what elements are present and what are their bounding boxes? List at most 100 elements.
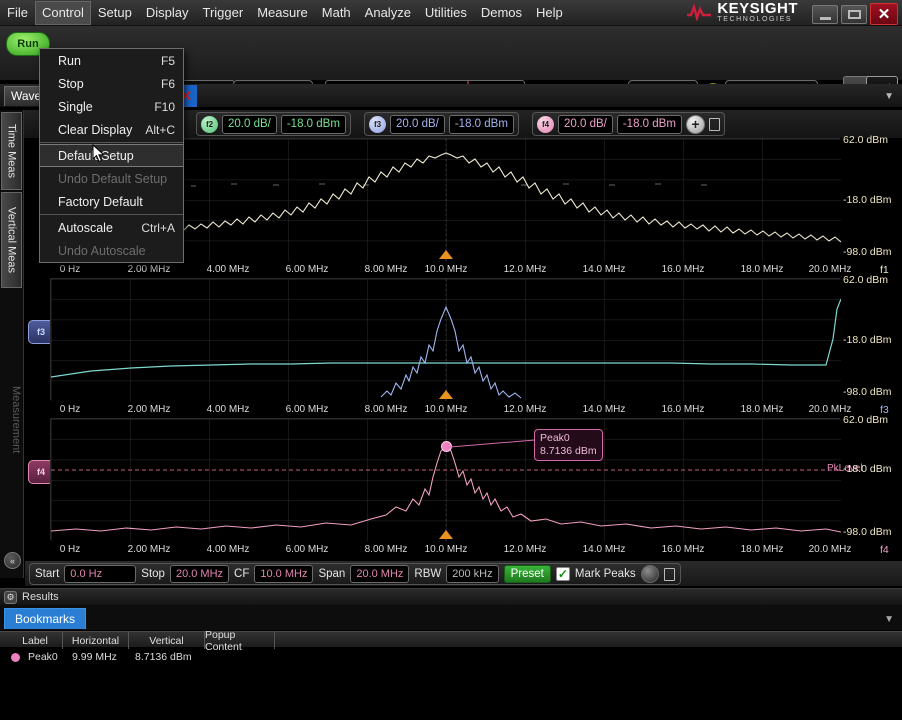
menu-option-clear-display[interactable]: Clear Display Alt+C [40, 118, 183, 141]
menu-option-single[interactable]: Single F10 [40, 95, 183, 118]
menu-item-help[interactable]: Help [529, 1, 570, 25]
channel-f2-scale[interactable]: 20.0 dB/ [222, 114, 277, 134]
menu-item-analyze[interactable]: Analyze [358, 1, 418, 25]
channel-f4-badge[interactable]: f4 [537, 115, 554, 133]
menu-item-trigger[interactable]: Trigger [195, 1, 250, 25]
add-channel-button[interactable]: + [685, 114, 705, 134]
menu-option-stop-accel: F6 [160, 76, 175, 91]
menu-item-utilities[interactable]: Utilities [418, 1, 474, 25]
menu-item-control[interactable]: Control [34, 0, 91, 25]
close-icon[interactable]: ✕ [870, 3, 898, 25]
chart-f1-ylabel-top: 62.0 dBm [843, 134, 888, 146]
oscilloscope-app: File Control Setup Display Trigger Measu… [0, 0, 902, 720]
channel-f2-badge[interactable]: f2 [201, 115, 218, 133]
menu-item-display[interactable]: Display [139, 1, 196, 25]
menu-option-undo-default-setup-label: Undo Default Setup [58, 171, 168, 186]
cf-label: CF [234, 568, 250, 580]
menu-option-stop-label: Stop [58, 76, 84, 91]
gear-icon[interactable]: ⚙ [4, 590, 17, 604]
chart-f3[interactable]: f3 62.0 dBm -18.0 dBm -98.0 dBm 0 Hz 2.0… [25, 274, 902, 418]
table-row[interactable]: Peak0 9.99 MHz 8.7136 dBm [0, 649, 902, 665]
sidebar-collapse-button[interactable]: « [4, 552, 21, 569]
chart-f4-peak-value: 8.7136 dBm [540, 445, 597, 457]
menu-separator-2 [40, 214, 183, 215]
menu-item-demos[interactable]: Demos [474, 1, 529, 25]
stop-label: Stop [141, 568, 165, 580]
channel-f3-badge[interactable]: f3 [369, 115, 386, 133]
menu-option-stop[interactable]: Stop F6 [40, 72, 183, 95]
menu-option-single-label: Single [58, 99, 93, 114]
menu-option-autoscale[interactable]: Autoscale Ctrl+A [40, 216, 183, 239]
sidebar-item-time-meas[interactable]: Time Meas [1, 112, 22, 190]
column-header-vertical[interactable]: Vertical [129, 632, 205, 649]
chart-f4-xtick-1: 2.00 MHz [127, 544, 171, 555]
chart-f4-ylabel-top: 62.0 dBm [843, 414, 888, 426]
menu-separator-1 [40, 142, 183, 143]
knob-icon[interactable] [640, 565, 659, 583]
chart-f3-xtick-5: 10.0 MHz [424, 404, 468, 415]
left-sidebar: Time Meas Vertical Meas Measurement « [0, 110, 24, 578]
chart-f4-xtick-10: 20.0 MHz [808, 544, 852, 555]
menu-item-math[interactable]: Math [315, 1, 358, 25]
tab-overflow-icon[interactable]: ▼ [884, 91, 894, 102]
column-header-horizontal[interactable]: Horizontal [63, 632, 129, 649]
chart-f3-xtick-2: 4.00 MHz [206, 404, 250, 415]
results-label: Results [22, 591, 59, 603]
chart-f1-ylabel-mid: -18.0 dBm [843, 194, 892, 206]
spectrum-settings-bar: Start 0.0 Hz Stop 20.0 MHz CF 10.0 MHz S… [25, 560, 902, 586]
control-dropdown-menu: Run F5 Stop F6 Single F10 Clear Display … [39, 48, 184, 263]
menu-option-run[interactable]: Run F5 [40, 49, 183, 72]
mouse-cursor-icon [92, 144, 105, 163]
channel-f4-offset[interactable]: -18.0 dBm [616, 114, 682, 134]
channel-f4-scale[interactable]: 20.0 dB/ [558, 114, 613, 134]
chart-f1-xtick-8: 16.0 MHz [661, 264, 705, 275]
row-vertical: 8.7136 dBm [135, 651, 192, 663]
chart-f1-xtick-7: 14.0 MHz [582, 264, 626, 275]
menu-item-setup[interactable]: Setup [91, 1, 139, 25]
brand-tagline: TECHNOLOGIES [717, 16, 793, 23]
chart-f4-center-marker[interactable] [439, 530, 453, 539]
chart-f4-xtick-9: 18.0 MHz [740, 544, 784, 555]
preset-button[interactable]: Preset [503, 565, 551, 583]
mark-peaks-checkbox[interactable]: ✓ [555, 567, 570, 581]
minimize-icon[interactable] [812, 4, 838, 24]
chart-f4-peak-callout[interactable]: Peak0 8.7136 dBm [534, 429, 603, 461]
rbw-label: RBW [414, 568, 442, 580]
chart-f4-xtick-2: 4.00 MHz [206, 544, 250, 555]
menu-option-undo-autoscale: Undo Autoscale [40, 239, 183, 262]
channel-f3-scale[interactable]: 20.0 dB/ [390, 114, 445, 134]
menu-option-run-label: Run [58, 53, 81, 68]
chart-f1-center-marker[interactable] [439, 250, 453, 259]
menu-option-single-accel: F10 [154, 99, 175, 114]
settings-dock-icon[interactable] [663, 567, 675, 581]
span-input[interactable]: 20.0 MHz [350, 565, 410, 583]
menu-option-default-setup[interactable]: Default Setup [40, 144, 183, 167]
chart-f1-xtick-0: 0 Hz [59, 264, 81, 275]
bookmarks-overflow-icon[interactable]: ▼ [884, 614, 894, 625]
column-header-popup-content[interactable]: Popup Content [205, 629, 275, 653]
tab-bookmarks[interactable]: Bookmarks [4, 608, 87, 629]
dock-icon[interactable] [708, 117, 720, 131]
chart-f3-center-marker[interactable] [439, 390, 453, 399]
restore-icon[interactable] [841, 4, 867, 24]
menu-option-factory-default[interactable]: Factory Default [40, 190, 183, 213]
menu-item-measure[interactable]: Measure [250, 1, 315, 25]
chart-f4-xtick-5: 10.0 MHz [424, 544, 468, 555]
chart-f4-plot-area [50, 419, 842, 541]
chart-f4[interactable]: f4 Peak0 8.7136 dBm PkLevel 62.0 dBm -18… [25, 414, 902, 560]
chart-f3-xtick-8: 16.0 MHz [661, 404, 705, 415]
channel-f3-offset[interactable]: -18.0 dBm [448, 114, 514, 134]
span-label: Span [318, 568, 346, 580]
start-input[interactable]: 0.0 Hz [64, 565, 137, 583]
keysight-logo: KEYSIGHT TECHNOLOGIES [686, 1, 798, 23]
chart-f4-name: f4 [880, 544, 889, 556]
menu-option-factory-default-label: Factory Default [58, 194, 143, 209]
sidebar-item-vertical-meas[interactable]: Vertical Meas [1, 192, 22, 288]
channel-f2-offset[interactable]: -18.0 dBm [280, 114, 346, 134]
menu-item-file[interactable]: File [0, 1, 35, 25]
cf-input[interactable]: 10.0 MHz [254, 565, 314, 583]
stop-input[interactable]: 20.0 MHz [169, 565, 230, 583]
rbw-input[interactable]: 200 kHz [446, 565, 499, 583]
column-header-label[interactable]: Label [8, 632, 63, 649]
chart-f1-xtick-1: 2.00 MHz [127, 264, 171, 275]
